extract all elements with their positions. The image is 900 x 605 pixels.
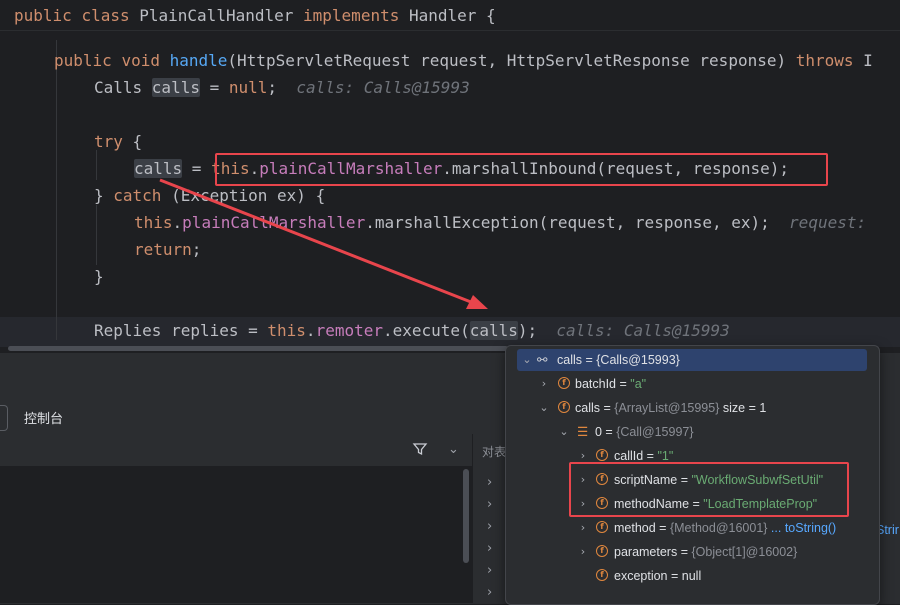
code-line-9: } [94, 267, 104, 286]
tree-row-method[interactable]: › f method = {Method@16001} ... toString… [506, 517, 879, 539]
chevron-right-icon[interactable]: › [487, 475, 492, 490]
chevron-right-icon[interactable]: › [538, 373, 550, 395]
chevron-right-icon[interactable]: › [487, 563, 492, 578]
chevron-down-icon[interactable]: ⌄ [521, 349, 533, 371]
console-output[interactable] [0, 467, 472, 603]
field-icon: f [558, 377, 570, 389]
indent-guide [56, 40, 57, 340]
array-element-icon: ☰ [577, 425, 589, 439]
variables-header: 对表 [482, 445, 507, 459]
field-icon: f [596, 449, 608, 461]
tab-previous[interactable] [0, 405, 8, 431]
field-icon: f [558, 401, 570, 413]
chevron-down-icon[interactable]: ⌄ [538, 397, 550, 419]
tree-row-calls[interactable]: ⌄ f calls = {ArrayList@15995} size = 1 [506, 397, 879, 419]
chevron-right-icon[interactable]: › [487, 541, 492, 556]
code-line-8: return; [134, 240, 202, 259]
watch-glasses-icon: ⚯ [537, 353, 548, 367]
code-line-3: Calls calls = null; calls: Calls@15993 [94, 78, 470, 97]
tree-row-index-0[interactable]: ⌄ ☰ 0 = {Call@15997} [506, 421, 879, 443]
code-line-7: this.plainCallMarshaller.marshallExcepti… [134, 213, 867, 232]
indent-guide [96, 150, 97, 180]
tostring-link[interactable]: ... toString() [767, 521, 836, 535]
field-icon: f [596, 545, 608, 557]
tab-console[interactable]: 控制台 [24, 408, 63, 427]
annotation-box-script-method [569, 462, 849, 517]
code-line-1: public class PlainCallHandler implements… [14, 6, 496, 25]
field-icon: f [596, 569, 608, 581]
code-line-2: public void handle(HttpServletRequest re… [54, 51, 873, 70]
tree-row-exception[interactable]: f exception = null [506, 565, 879, 587]
chevron-right-icon[interactable]: › [487, 519, 492, 534]
code-line-10: Replies replies = this.remoter.execute(c… [94, 321, 730, 340]
chevron-down-icon[interactable]: ⌄ [448, 442, 459, 457]
tree-row-parameters[interactable]: › f parameters = {Object[1]@16002} [506, 541, 879, 563]
chevron-down-icon[interactable]: ⌄ [558, 421, 570, 443]
inline-value-hint: calls: Calls@15993 [296, 78, 470, 97]
code-line-6: } catch (Exception ex) { [94, 186, 326, 205]
root-label: calls = {Calls@15993} [557, 353, 680, 367]
code-line-4: try { [94, 132, 143, 151]
chevron-right-icon[interactable]: › [487, 585, 492, 600]
indent-guide [96, 205, 97, 265]
divider [0, 30, 900, 31]
annotation-box-marshall-inbound [215, 153, 828, 186]
tree-row-batchid[interactable]: › f batchId = "a" [506, 373, 879, 395]
chevron-right-icon[interactable]: › [487, 497, 492, 512]
filter-icon[interactable] [412, 441, 428, 457]
field-icon: f [596, 521, 608, 533]
inline-value-hint: request: [789, 213, 867, 232]
chevron-right-icon[interactable]: › [577, 541, 589, 563]
chevron-right-icon[interactable]: › [577, 517, 589, 539]
horizontal-scrollbar[interactable] [8, 346, 508, 351]
tree-root-row[interactable]: ⌄ ⚯ calls = {Calls@15993} [517, 349, 867, 371]
inline-value-hint: calls: Calls@15993 [556, 321, 730, 340]
vertical-scrollbar[interactable] [463, 469, 469, 563]
